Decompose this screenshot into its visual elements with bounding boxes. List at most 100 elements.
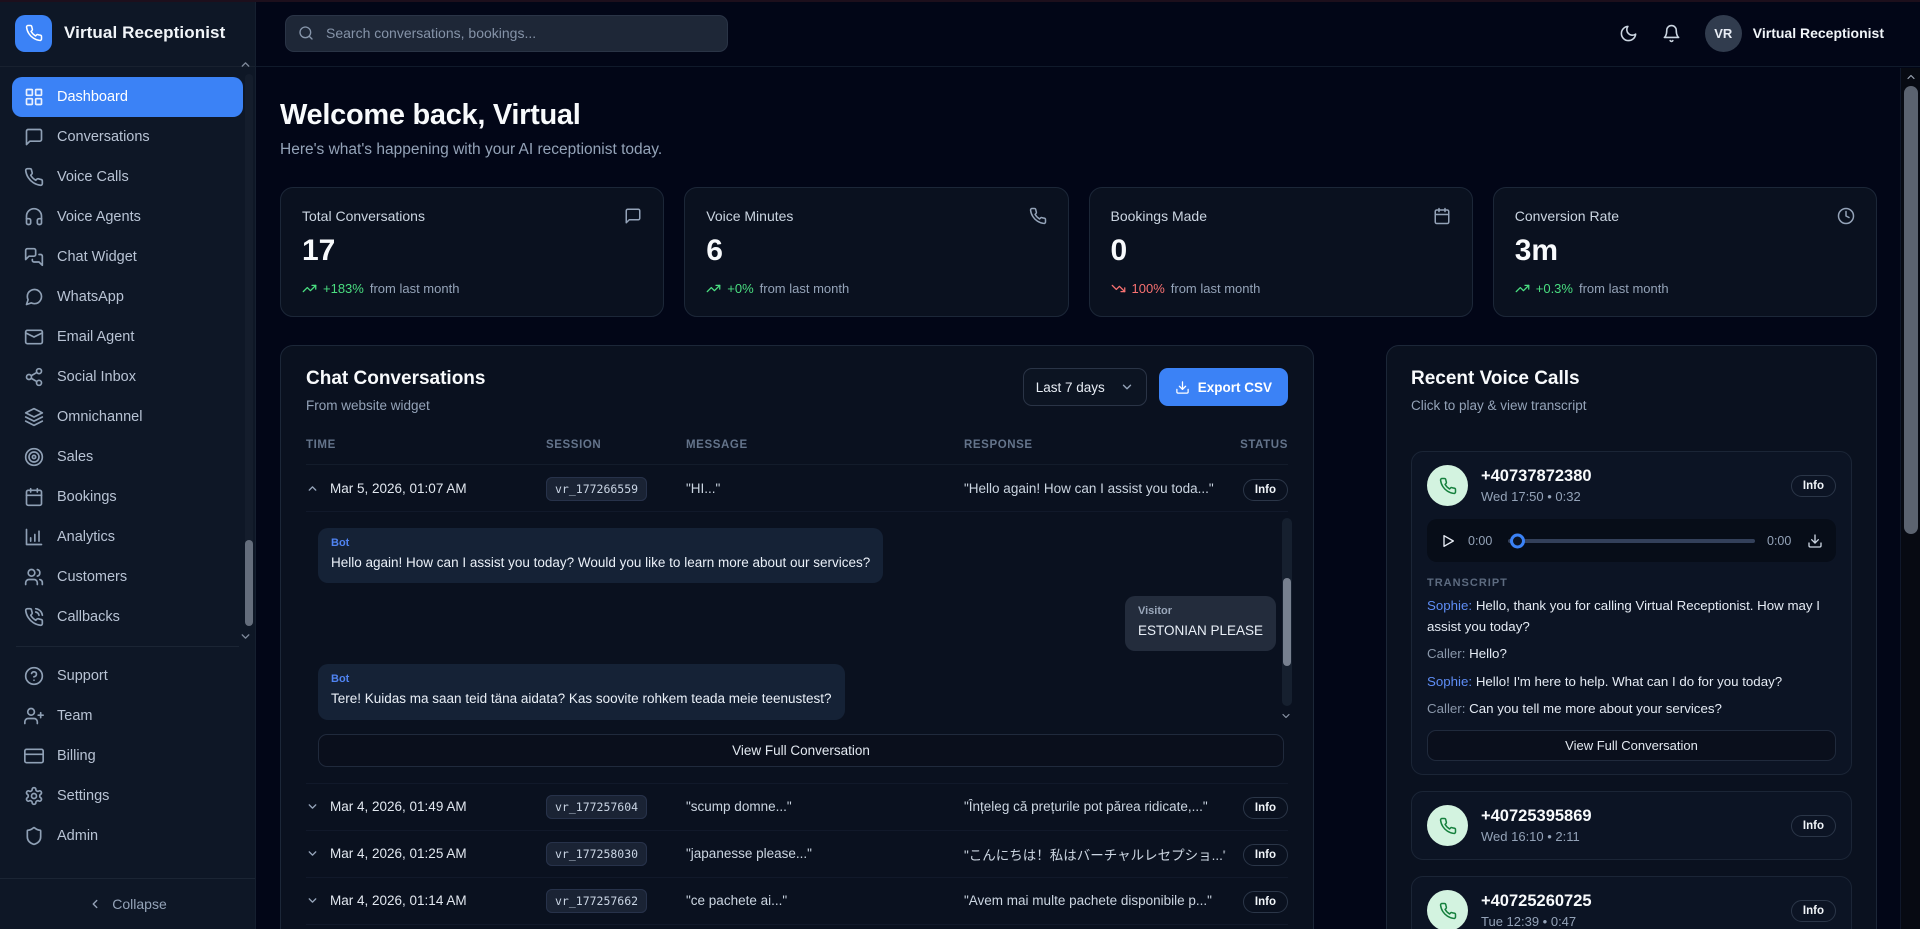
export-csv-button[interactable]: Export CSV (1159, 368, 1288, 406)
speaker-name: Sophie: (1427, 674, 1472, 689)
sidebar-item-billing[interactable]: Billing (12, 736, 243, 776)
call-number: +40725260725 (1481, 892, 1592, 911)
window-scrollbar[interactable] (1900, 68, 1920, 929)
sidebar-scrollbar-thumb[interactable] (245, 540, 253, 626)
sidebar-item-callbacks[interactable]: Callbacks (12, 597, 243, 637)
sidebar-item-label: Voice Agents (57, 209, 141, 225)
chat-panel-subtitle: From website widget (306, 398, 485, 413)
audio-player: 0:00 0:00 (1427, 519, 1836, 562)
sidebar-scrollbar[interactable] (245, 74, 253, 626)
seek-slider-knob[interactable] (1510, 533, 1525, 548)
sidebar-item-label: Callbacks (57, 609, 120, 625)
view-full-conversation-button[interactable]: View Full Conversation (318, 734, 1284, 767)
stat-value: 17 (302, 234, 642, 268)
target-icon (24, 447, 44, 467)
dashboard-content: Welcome back, Virtual Here's what's happ… (256, 67, 1920, 929)
info-badge[interactable]: Info (1243, 891, 1288, 913)
sidebar-item-label: Conversations (57, 129, 150, 145)
user-menu[interactable]: VR Virtual Receptionist (1705, 15, 1884, 52)
play-button[interactable] (1440, 533, 1456, 549)
sidebar-scroll-down-icon[interactable] (239, 630, 252, 643)
sidebar-item-chat-widget[interactable]: Chat Widget (12, 237, 243, 277)
notifications-button[interactable] (1662, 24, 1681, 43)
sidebar-item-team[interactable]: Team (12, 696, 243, 736)
phone-call-avatar (1427, 465, 1468, 506)
sidebar-item-voice-calls[interactable]: Voice Calls (12, 157, 243, 197)
user-name: Virtual Receptionist (1753, 25, 1884, 41)
voice-call-card[interactable]: +40737872380 Wed 17:50 • 0:32 Info 0:00 … (1411, 451, 1852, 775)
scroll-up-icon[interactable] (1905, 71, 1917, 83)
voice-call-card[interactable]: +40725260725 Tue 12:39 • 0:47 Info (1411, 876, 1852, 929)
sidebar-item-conversations[interactable]: Conversations (12, 117, 243, 157)
voice-call-card[interactable]: +40725395869 Wed 16:10 • 2:11 Info (1411, 791, 1852, 860)
sidebar-item-admin[interactable]: Admin (12, 816, 243, 856)
stat-card-conversion-rate: Conversion Rate 3m +0.3%from last month (1493, 187, 1877, 317)
window-scrollbar-thumb[interactable] (1904, 86, 1918, 534)
sidebar-item-label: Sales (57, 449, 93, 465)
sidebar-item-whatsapp[interactable]: WhatsApp (12, 277, 243, 317)
bubble-sender: Visitor (1138, 605, 1263, 617)
thread-scrollbar[interactable] (1282, 518, 1292, 706)
row-response: "Înțeleg că prețurile pot părea ridicate… (964, 799, 1226, 814)
info-badge[interactable]: Info (1243, 797, 1288, 819)
call-number: +40725395869 (1481, 807, 1592, 826)
sidebar-item-label: WhatsApp (57, 289, 124, 305)
stat-label: Conversion Rate (1515, 208, 1619, 224)
table-row[interactable]: Mar 4, 2026, 01:14 AM vr_177257662 "ce p… (306, 878, 1288, 925)
sidebar-item-bookings[interactable]: Bookings (12, 477, 243, 517)
date-range-select[interactable]: Last 7 days (1023, 368, 1147, 406)
table-row[interactable]: Mar 5, 2026, 01:07 AM vr_177266559 "HI..… (306, 465, 1288, 512)
info-badge[interactable]: Info (1243, 844, 1288, 866)
collapse-button[interactable]: Collapse (0, 878, 255, 929)
info-badge[interactable]: Info (1791, 900, 1836, 922)
avatar[interactable]: VR (1705, 15, 1742, 52)
trending-up-icon (706, 281, 721, 296)
sidebar-item-social-inbox[interactable]: Social Inbox (12, 357, 243, 397)
sidebar-item-settings[interactable]: Settings (12, 776, 243, 816)
grid-icon (24, 87, 44, 107)
column-response: RESPONSE (964, 439, 1226, 451)
sidebar-item-voice-agents[interactable]: Voice Agents (12, 197, 243, 237)
thread-scrollbar-thumb[interactable] (1283, 578, 1291, 666)
stat-note: from last month (1579, 281, 1669, 296)
table-row-partial[interactable] (306, 925, 1288, 929)
stat-note: from last month (1171, 281, 1261, 296)
table-row[interactable]: Mar 4, 2026, 01:49 AM vr_177257604 "scum… (306, 784, 1288, 831)
duration-time: 0:00 (1767, 534, 1795, 548)
table-row[interactable]: Mar 4, 2026, 01:25 AM vr_177258030 "japa… (306, 831, 1288, 878)
sidebar-item-analytics[interactable]: Analytics (12, 517, 243, 557)
search-input[interactable] (324, 24, 715, 42)
chevron-down-icon (306, 800, 319, 813)
sidebar-item-support[interactable]: Support (12, 656, 243, 696)
column-session: SESSION (546, 439, 686, 451)
stat-card-total-conversations: Total Conversations 17 +183%from last mo… (280, 187, 664, 317)
info-badge[interactable]: Info (1791, 815, 1836, 837)
users-icon (24, 567, 44, 587)
view-full-conversation-button[interactable]: View Full Conversation (1427, 730, 1836, 761)
sidebar-item-dashboard[interactable]: Dashboard (12, 77, 243, 117)
thread-scroll-down-icon[interactable] (1280, 710, 1292, 722)
transcript-text: Hello! I'm here to help. What can I do f… (1476, 674, 1782, 689)
speaker-name: Sophie: (1427, 598, 1472, 613)
top-accent-line (0, 0, 1920, 2)
page-title: Welcome back, Virtual (280, 99, 1877, 132)
search-box[interactable] (285, 15, 728, 52)
sidebar-scroll-up-icon[interactable] (239, 58, 252, 71)
speaker-name: Caller: (1427, 701, 1465, 716)
sidebar-item-email-agent[interactable]: Email Agent (12, 317, 243, 357)
chevron-down-icon (306, 847, 319, 860)
theme-toggle-button[interactable] (1619, 24, 1638, 43)
sidebar-item-sales[interactable]: Sales (12, 437, 243, 477)
sidebar-item-label: Email Agent (57, 329, 134, 345)
download-audio-button[interactable] (1807, 533, 1823, 549)
info-badge[interactable]: Info (1791, 475, 1836, 497)
info-badge[interactable]: Info (1243, 479, 1288, 501)
transcript-line: Sophie: Hello, thank you for calling Vir… (1427, 596, 1836, 637)
topbar: VR Virtual Receptionist (256, 0, 1920, 67)
seek-slider[interactable] (1508, 539, 1755, 543)
sidebar-item-omnichannel[interactable]: Omnichannel (12, 397, 243, 437)
chevron-up-icon (306, 482, 319, 495)
sidebar-item-customers[interactable]: Customers (12, 557, 243, 597)
headphones-icon (24, 207, 44, 227)
speaker-name: Caller: (1427, 646, 1465, 661)
